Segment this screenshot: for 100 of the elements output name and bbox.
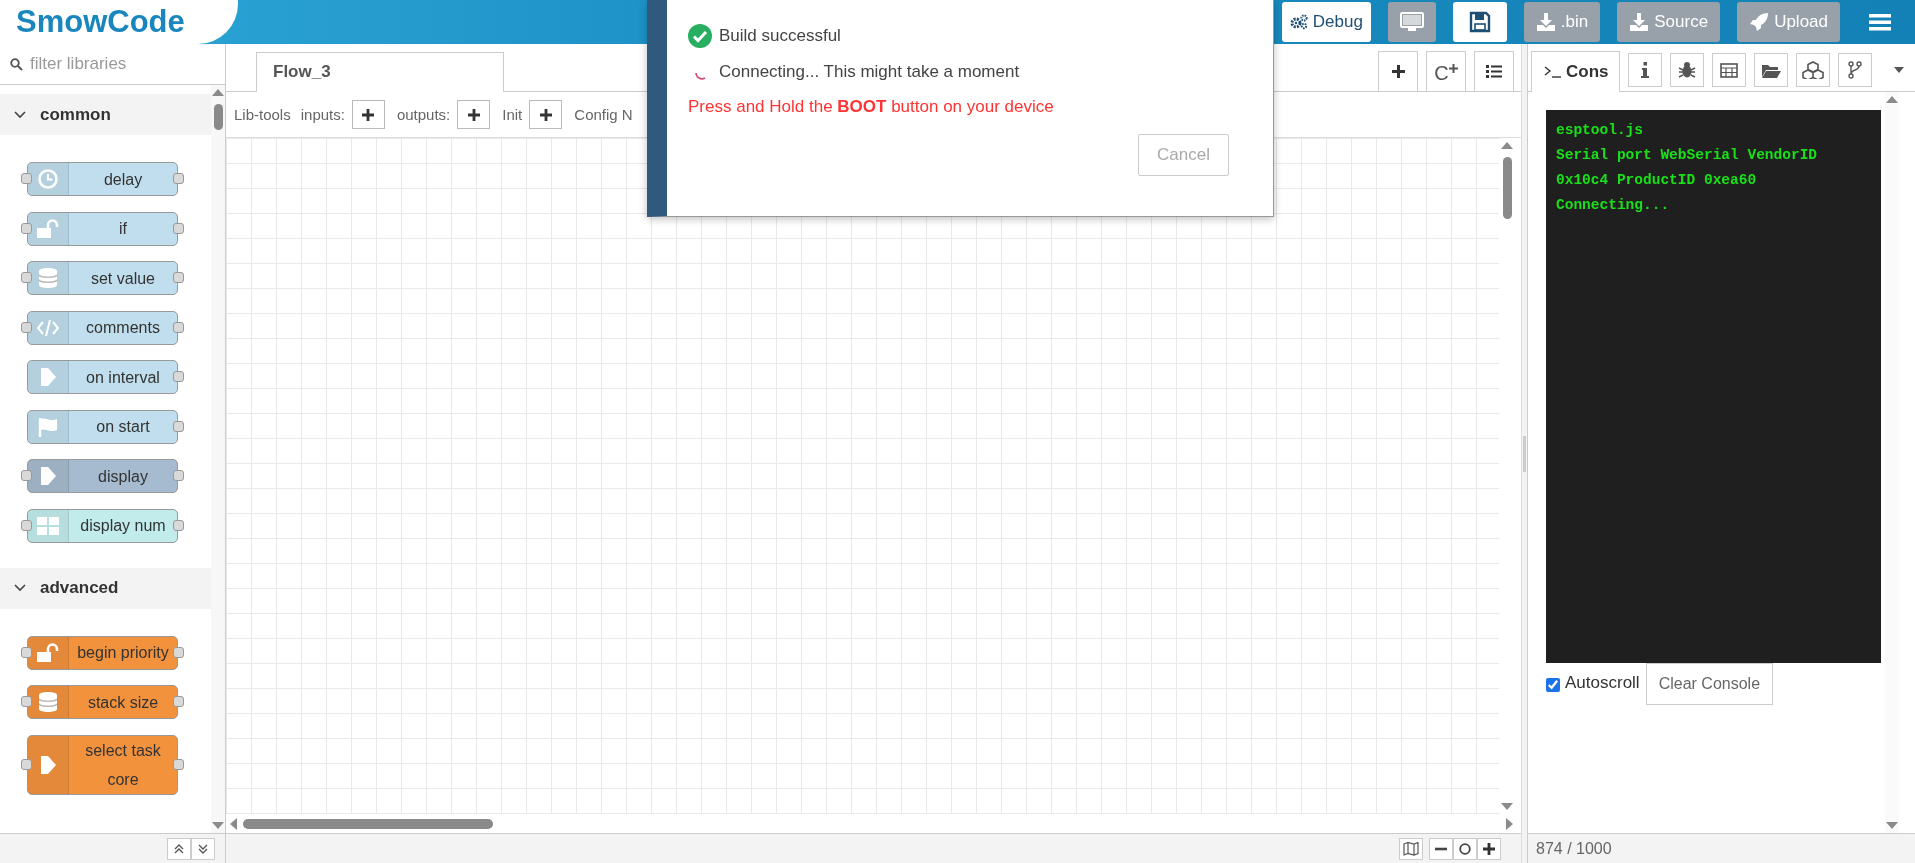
input-port[interactable] [21, 222, 32, 234]
add-button[interactable] [529, 100, 563, 129]
category-header[interactable]: advanced [0, 567, 211, 609]
output-port[interactable] [173, 420, 184, 432]
toolbar-label: Config N [574, 106, 633, 123]
palette-node[interactable]: set value [27, 261, 178, 295]
input-port[interactable] [21, 470, 32, 481]
zoom-out-button[interactable] [1429, 837, 1453, 860]
double-chevron-up-icon [174, 843, 184, 854]
debug-tab[interactable] [1669, 53, 1704, 87]
console-line: 0x10c4 ProductID 0xea60 [1556, 171, 1758, 190]
output-port[interactable] [173, 173, 184, 184]
save-button[interactable] [1452, 2, 1507, 42]
filter-field[interactable]: filter libraries [28, 53, 212, 75]
spinner-icon [695, 72, 706, 80]
console-tab[interactable]: Cons [1531, 51, 1620, 92]
status-message: Connecting... This might take a moment [719, 62, 1020, 82]
palette-node[interactable]: select task core [27, 734, 178, 795]
branch-icon [1847, 61, 1862, 79]
plus-icon [467, 108, 480, 121]
double-chevron-down-icon [198, 843, 208, 854]
input-port[interactable] [21, 646, 32, 658]
table-tab[interactable] [1711, 53, 1746, 87]
palette-node[interactable]: on start [27, 409, 178, 444]
files-tab[interactable] [1753, 53, 1788, 87]
expand-all-button[interactable] [191, 837, 215, 860]
input-port[interactable] [21, 696, 32, 707]
palette-node[interactable]: comments [27, 310, 178, 345]
add-button[interactable] [351, 100, 385, 129]
input-port[interactable] [21, 173, 32, 184]
output-port[interactable] [173, 758, 184, 770]
debug-button[interactable]: Debug [1281, 2, 1371, 42]
palette-node[interactable]: display num [27, 508, 178, 543]
palette-node[interactable]: if [27, 211, 178, 246]
search-icon [10, 57, 23, 71]
scrollbar[interactable] [1885, 92, 1899, 833]
database-icon [38, 691, 58, 713]
caret-icon [1893, 67, 1904, 73]
arrow-icon [39, 465, 57, 487]
input-port[interactable] [21, 519, 32, 531]
input-port[interactable] [21, 758, 32, 770]
add-subflow-button[interactable]: C [1426, 51, 1466, 91]
padlock-icon [36, 218, 60, 239]
add-button[interactable] [457, 100, 491, 129]
category-header[interactable]: common [0, 94, 211, 135]
menu-icon [1869, 13, 1891, 31]
arrow-icon [39, 366, 57, 388]
palette-node[interactable]: begin priority [27, 635, 178, 670]
download-icon [1629, 13, 1650, 31]
output-port[interactable] [173, 272, 184, 283]
flow-tab[interactable]: Flow_3 [256, 52, 504, 92]
list-flows-button[interactable] [1474, 51, 1514, 91]
branch-tab[interactable] [1837, 53, 1872, 87]
console-line: esptool.js [1556, 121, 1644, 140]
zoom-in-button[interactable] [1477, 837, 1501, 860]
table-icon [1719, 62, 1738, 78]
zoom-reset-button[interactable] [1453, 837, 1477, 860]
line-count: 874 / 1000 [1536, 839, 1612, 858]
monitor-icon [1399, 12, 1424, 32]
autoscroll-checkbox[interactable] [1546, 678, 1560, 692]
input-port[interactable] [21, 321, 32, 333]
output-port[interactable] [173, 222, 184, 234]
input-port[interactable] [21, 272, 32, 283]
terminal-icon [1544, 66, 1562, 78]
scrollbar[interactable] [211, 85, 225, 833]
code-icon [36, 317, 60, 338]
palette-node[interactable]: on interval [27, 360, 178, 394]
add-flow-button[interactable] [1378, 51, 1418, 91]
output-port[interactable] [173, 371, 184, 382]
info-icon [1640, 62, 1649, 78]
flag-icon [37, 415, 59, 438]
warning-message: Press and Hold the BOOT button on your device [688, 96, 1055, 118]
output-port[interactable] [173, 646, 184, 658]
output-port[interactable] [173, 321, 184, 333]
palette-node[interactable]: delay [27, 162, 178, 196]
toolbar-label: Init [502, 106, 523, 123]
lib-tools-label: Lib-tools [234, 106, 291, 123]
list-icon [1486, 65, 1502, 78]
clear-console-button[interactable]: Clear Console [1645, 663, 1774, 705]
download-icon [1535, 13, 1556, 31]
console-line: Serial port WebSerial VendorID [1556, 146, 1819, 165]
clock-icon [37, 168, 59, 190]
bug-icon [1677, 61, 1696, 79]
autoscroll-label: Autoscroll [1565, 673, 1640, 693]
output-port[interactable] [173, 696, 184, 707]
plus-icon [1483, 842, 1495, 855]
output-port[interactable] [173, 470, 184, 481]
blocks-tab[interactable] [1795, 53, 1830, 87]
output-port[interactable] [173, 519, 184, 531]
map-button[interactable] [1399, 837, 1423, 860]
plus-icon [1448, 64, 1458, 73]
collapse-all-button[interactable] [167, 837, 191, 860]
palette-node[interactable]: stack size [27, 685, 178, 719]
plus-icon [539, 108, 552, 121]
cubes-icon [1801, 61, 1824, 79]
app-logo: SmowCode [0, 0, 238, 44]
console-line: Connecting... [1556, 196, 1671, 215]
palette-node[interactable]: display [27, 459, 178, 493]
rocket-icon [1749, 12, 1770, 32]
info-tab[interactable] [1627, 53, 1662, 87]
